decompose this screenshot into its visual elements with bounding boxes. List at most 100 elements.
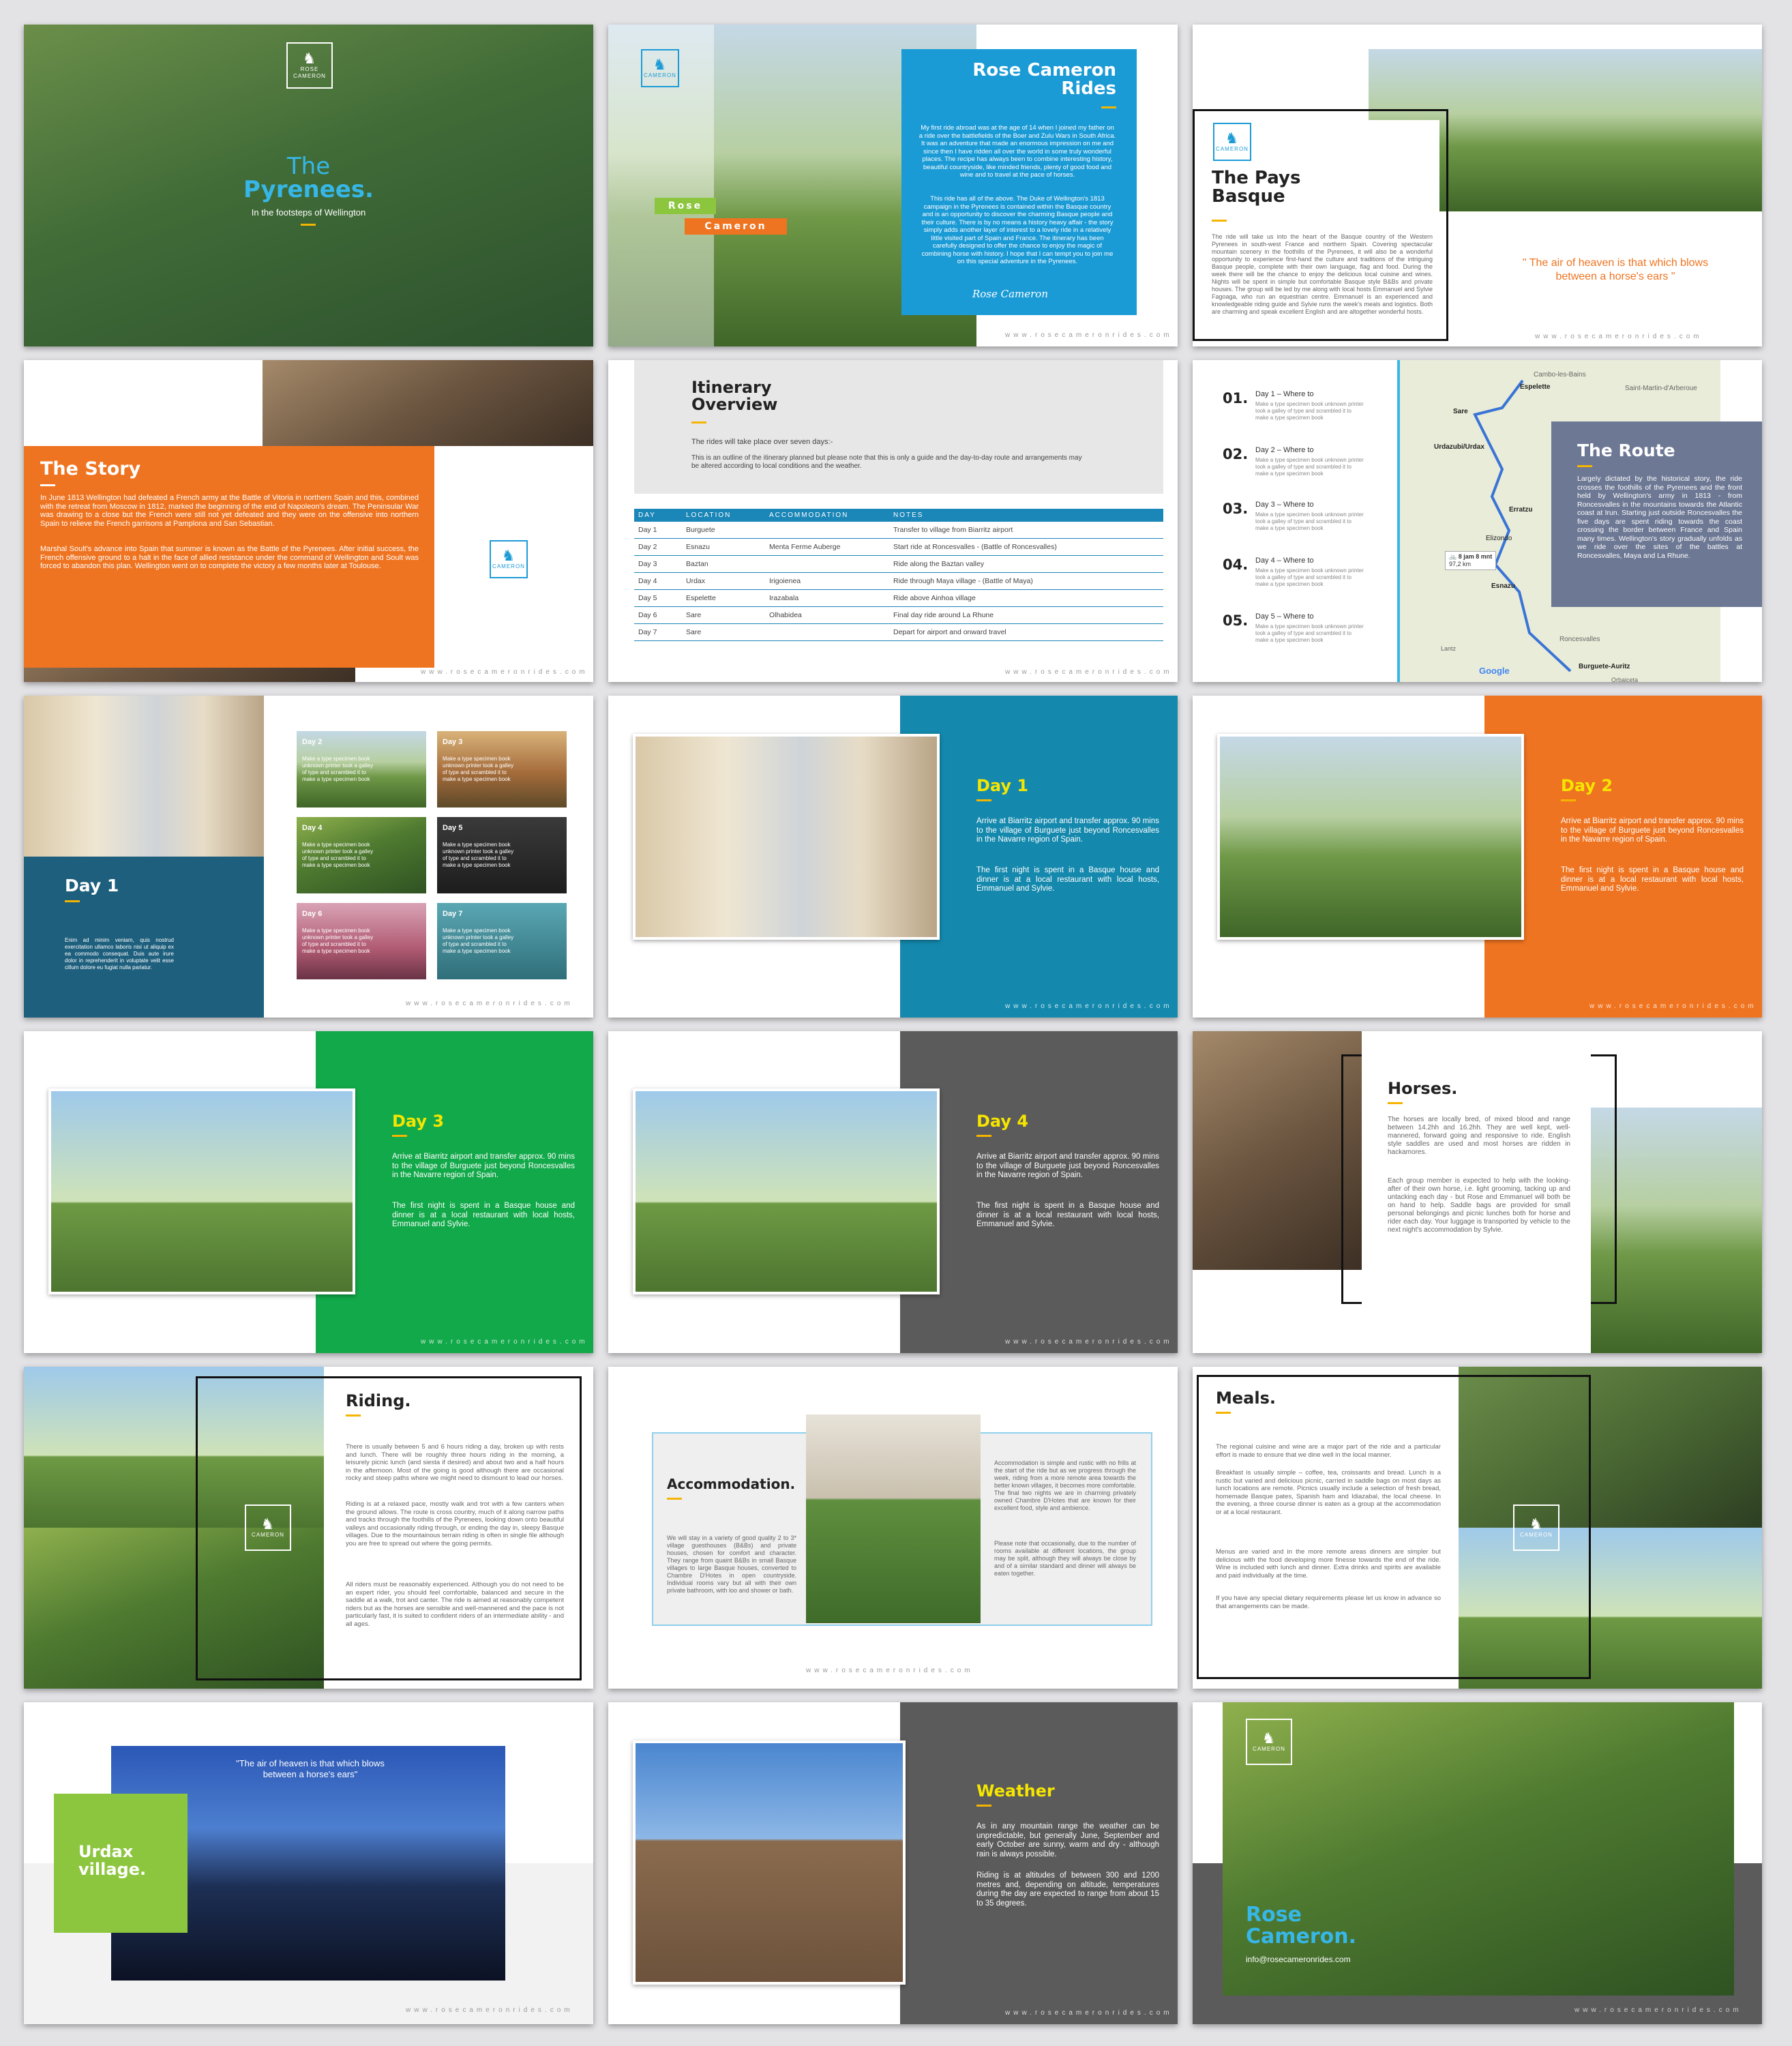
slide-the-story[interactable]: The Story In June 1813 Wellington had de… [24,360,593,682]
col-header: NOTES [889,509,1163,522]
day-text-2: The first night is spent in a Basque hou… [1561,866,1744,893]
cell-day: Day 1 [634,522,682,539]
accommodation-title: Accommodation. [667,1476,796,1492]
slide-day-4[interactable]: Day 4 Arrive at Biarritz airport and tra… [608,1031,1178,1353]
contact-email[interactable]: info@rosecameronrides.com [1246,1955,1351,1964]
route-title: The Route [1577,441,1675,460]
brand-logo: ♞ CAMERON [1246,1719,1292,1765]
urdax-title-line1: Urdax [78,1842,134,1861]
day-panel [900,696,1178,1018]
slide-day-2[interactable]: Day 2 Arrive at Biarritz airport and tra… [1193,696,1762,1018]
map-place-label: Burguete-Auritz [1579,663,1630,670]
horse-icon: ♞ [1225,130,1240,147]
meals-paragraph-1: The regional cuisine and wine are a majo… [1216,1443,1441,1459]
thumb-label: Day 4 [302,824,323,832]
name-tag-cameron: Cameron [685,218,787,235]
horses-paragraph-2: Each group member is expected to help wi… [1388,1177,1570,1234]
day-text-2: The first night is spent in a Basque hou… [392,1202,575,1228]
thumb-text: Make a type specimen book unknown printe… [302,928,374,954]
table-header-row: DAY LOCATION ACCOMMODATION NOTES [634,509,1163,522]
slide-meals[interactable]: ♞ CAMERON Meals. The regional cuisine an… [1193,1367,1762,1689]
slide-back-cover[interactable]: ♞ CAMERON Rose Cameron. info@rosecameron… [1193,1702,1762,2024]
cell-day: Day 6 [634,606,682,624]
pays-basque-title: The Pays Basque [1212,168,1301,207]
horses-title: Horses. [1388,1079,1458,1098]
route-day-text: Make a type specimen book unknown printe… [1255,623,1364,643]
riding-paragraph-1: There is usually between 5 and 6 hours r… [346,1443,564,1482]
day-thumb[interactable]: Day 5 Make a type specimen book unknown p… [437,817,567,893]
site-footer: www.rosecameronrides.com [406,1000,573,1007]
site-footer: www.rosecameronrides.com [1005,2009,1173,2017]
day-panel [900,1702,1178,2024]
day-thumb[interactable]: Day 6 Make a type specimen book unknown p… [297,903,426,979]
photo-frame [48,1088,355,1294]
accommodation-right-text-2: Please note that occasionally, due to th… [994,1540,1136,1577]
brand-logo: ♞ CAMERON [641,49,679,87]
urdax-quote: "The air of heaven is that which blows b… [236,1758,385,1779]
day-thumb[interactable]: Day 2 Make a type specimen book unknown p… [297,731,426,807]
table-row: Day 7 Sare Depart for airport and onward t… [634,623,1163,641]
slide-rose-cameron-rides[interactable]: ♞ CAMERON Rose Cameron Rose Cameron Ride… [608,25,1178,346]
thumb-label: Day 5 [443,824,463,832]
slide-the-route[interactable]: 01. Day 1 – Where to Make a type specime… [1193,360,1762,682]
slide-itinerary[interactable]: Itinerary Overview The rides will take p… [608,360,1178,682]
accent-dash [301,224,316,226]
slide-pays-basque[interactable]: ♞ CAMERON The Pays Basque The ride will … [1193,25,1762,346]
route-day-number: 02. [1223,446,1249,462]
accent-dash [1561,799,1576,801]
cell-location: Espelette [682,589,765,607]
photo-frame [633,734,940,940]
table-row: Day 1 Burguete Transfer to village from Bi… [634,522,1163,539]
accent-dash [1101,106,1116,108]
day-text-1: Arrive at Biarritz airport and transfer … [392,1153,575,1179]
cell-notes: Final day ride around La Rhune [889,606,1163,624]
village-photo [24,696,264,857]
day-text-1: Arrive at Biarritz airport and transfer … [1561,817,1744,844]
day-thumb[interactable]: Day 3 Make a type specimen book unknown p… [437,731,567,807]
cover-title-bold: Pyrenees. [243,176,374,203]
cell-notes: Ride through Maya village - (Battle of M… [889,572,1163,590]
cell-accommodation: Irazabala [765,589,889,607]
route-day-number: 03. [1223,501,1249,517]
slide-weather[interactable]: Weather As in any mountain range the wea… [608,1702,1178,2024]
logo-text: CAMERON [644,72,676,78]
church-tower-photo [636,1743,903,1982]
slide-day-1[interactable]: Day 1 Arrive at Biarritz airport and tra… [608,696,1178,1018]
table-row: Day 5 Espelette Irazabala Ride above Ainhoa… [634,589,1163,607]
route-day-text: Make a type specimen book unknown printe… [1255,567,1364,587]
cell-notes: Transfer to village from Biarritz airpor… [889,522,1163,539]
horse-icon: ♞ [501,547,516,564]
slide-urdax-village[interactable]: "The air of heaven is that which blows b… [24,1702,593,2024]
slide-accommodation[interactable]: Accommodation. We will stay in a variety… [608,1367,1178,1689]
riding-title: Riding. [346,1391,411,1410]
thumb-label: Day 3 [443,738,463,746]
slide-day-3[interactable]: Day 3 Arrive at Biarritz airport and tra… [24,1031,593,1353]
accent-dash [976,799,991,801]
site-footer: www.rosecameronrides.com [806,1667,974,1674]
map-place-label: Cambo-les-Bains [1534,371,1586,379]
day-thumb[interactable]: Day 4 Make a type specimen book unknown p… [297,817,426,893]
accommodation-right-text-1: Accommodation is simple and rustic with … [994,1459,1136,1511]
table-row: Day 4 Urdax Irigoienea Ride through Maya vi… [634,572,1163,590]
horses-paragraph-1: The horses are locally bred, of mixed bl… [1388,1116,1570,1156]
meadow-photo [1220,737,1521,937]
weather-title: Weather [976,1781,1055,1800]
day-panel [900,1031,1178,1353]
accent-dash [1577,465,1592,467]
day1-panel: Day 1 Enim ad minim veniam, quis nostrud… [24,857,264,1018]
slide-day-overview[interactable]: Day 1 Enim ad minim veniam, quis nostrud… [24,696,593,1018]
signature: Rose Cameron [972,288,1048,300]
slide-cover[interactable]: ♞ ROSE CAMERON The Pyrenees. In the foot… [24,25,593,346]
day1-text: Enim ad minim veniam, quis nostrud exerc… [65,937,174,970]
cell-day: Day 2 [634,538,682,556]
slide-riding[interactable]: ♞ CAMERON Riding. There is usually betwe… [24,1367,593,1689]
slide-horses[interactable]: Horses. The horses are locally bred, of … [1193,1031,1762,1353]
site-footer: www.rosecameronrides.com [1005,1003,1173,1010]
site-footer: www.rosecameronrides.com [1535,333,1703,340]
cell-day: Day 4 [634,572,682,590]
map-place-label: Sare [1453,408,1468,415]
day-thumb[interactable]: Day 7 Make a type specimen book unknown p… [437,903,567,979]
route-info-badge: 🚲 8 jam 8 mnt 97,2 km [1445,551,1497,570]
horses-photo-left [1193,1031,1364,1270]
day-text-1: Arrive at Biarritz airport and transfer … [976,817,1159,844]
